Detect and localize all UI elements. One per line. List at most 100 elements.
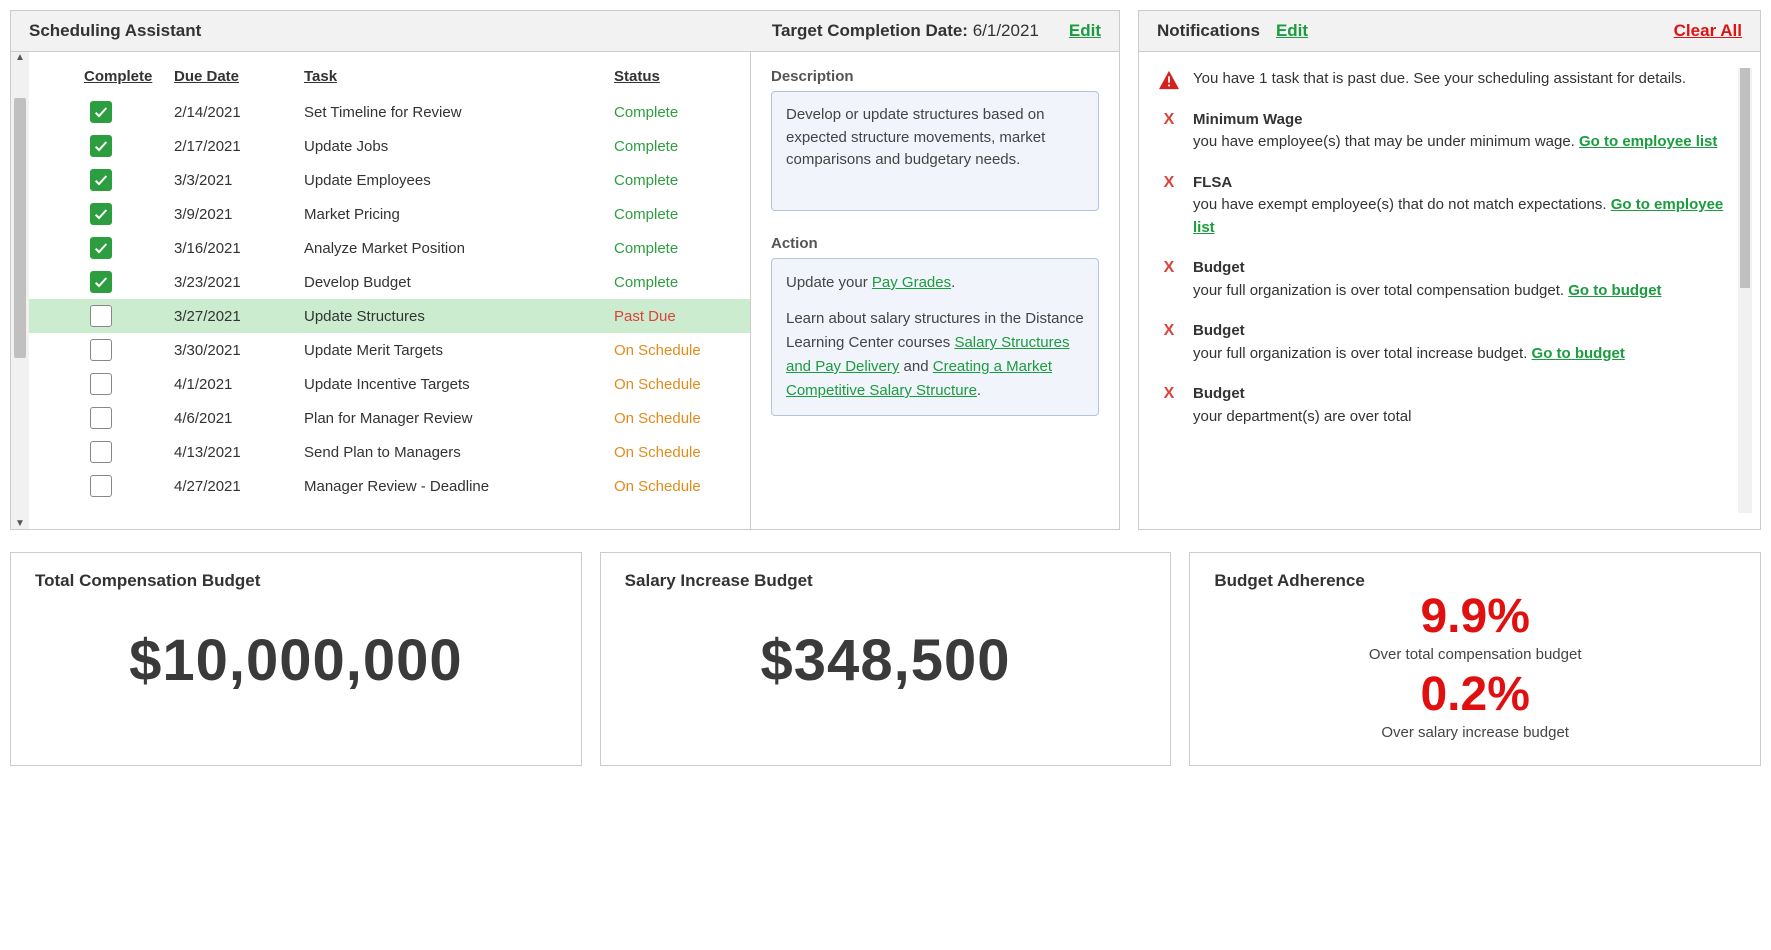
task-name: Update Incentive Targets xyxy=(304,376,614,393)
task-name: Plan for Manager Review xyxy=(304,410,614,427)
notification-body: You have 1 task that is past due. See yo… xyxy=(1193,70,1686,87)
task-checkbox[interactable] xyxy=(90,135,112,157)
notification-item: You have 1 task that is past due. See yo… xyxy=(1157,68,1734,91)
notifications-panel: Notifications Edit Clear All You have 1 … xyxy=(1138,10,1761,530)
warning-icon xyxy=(1158,70,1180,90)
notification-title: Minimum Wage xyxy=(1193,111,1302,128)
task-name: Update Jobs xyxy=(304,138,614,155)
task-row[interactable]: 4/13/2021Send Plan to ManagersOn Schedul… xyxy=(29,435,750,469)
salary-increase-title: Salary Increase Budget xyxy=(625,571,1147,591)
adherence-sub-1: Over total compensation budget xyxy=(1214,646,1736,663)
task-name: Set Timeline for Review xyxy=(304,104,614,121)
task-row[interactable]: 2/17/2021Update JobsComplete xyxy=(29,129,750,163)
task-due: 3/3/2021 xyxy=(174,172,304,189)
task-status: On Schedule xyxy=(614,410,734,427)
total-compensation-value: $10,000,000 xyxy=(35,627,557,694)
action-label: Action xyxy=(771,235,1099,252)
adherence-sub-2: Over salary increase budget xyxy=(1214,724,1736,741)
x-icon: X xyxy=(1164,385,1175,428)
scheduling-title: Scheduling Assistant xyxy=(29,21,201,41)
task-status: On Schedule xyxy=(614,342,734,359)
task-status: Complete xyxy=(614,274,734,291)
task-checkbox[interactable] xyxy=(90,169,112,191)
description-box: Develop or update structures based on ex… xyxy=(771,91,1099,211)
task-checkbox[interactable] xyxy=(90,441,112,463)
task-row[interactable]: 4/6/2021Plan for Manager ReviewOn Schedu… xyxy=(29,401,750,435)
task-row[interactable]: 3/3/2021Update EmployeesComplete xyxy=(29,163,750,197)
description-label: Description xyxy=(771,68,1099,85)
task-checkbox[interactable] xyxy=(90,475,112,497)
notifications-scrollbar[interactable] xyxy=(1738,68,1752,513)
task-row[interactable]: 2/14/2021Set Timeline for ReviewComplete xyxy=(29,95,750,129)
notification-item: XBudgetyour department(s) are over total xyxy=(1157,383,1734,428)
notification-link[interactable]: Go to employee list xyxy=(1579,133,1717,150)
edit-schedule-link[interactable]: Edit xyxy=(1069,21,1101,41)
task-row[interactable]: 3/16/2021Analyze Market PositionComplete xyxy=(29,231,750,265)
task-due: 4/6/2021 xyxy=(174,410,304,427)
task-name: Update Employees xyxy=(304,172,614,189)
task-checkbox[interactable] xyxy=(90,237,112,259)
task-checkbox[interactable] xyxy=(90,339,112,361)
task-due: 4/13/2021 xyxy=(174,444,304,461)
x-icon: X xyxy=(1164,322,1175,365)
task-status: On Schedule xyxy=(614,478,734,495)
task-row[interactable]: 3/9/2021Market PricingComplete xyxy=(29,197,750,231)
task-status: Complete xyxy=(614,240,734,257)
task-row[interactable]: 3/30/2021Update Merit TargetsOn Schedule xyxy=(29,333,750,367)
task-due: 2/14/2021 xyxy=(174,104,304,121)
action-box: Update your Pay Grades. Learn about sala… xyxy=(771,258,1099,416)
task-scrollbar[interactable]: ▲ ▼ xyxy=(11,52,29,529)
task-row[interactable]: 3/23/2021Develop BudgetComplete xyxy=(29,265,750,299)
task-checkbox[interactable] xyxy=(90,305,112,327)
salary-increase-card: Salary Increase Budget $348,500 xyxy=(600,552,1172,766)
task-checkbox[interactable] xyxy=(90,271,112,293)
task-name: Update Merit Targets xyxy=(304,342,614,359)
salary-increase-value: $348,500 xyxy=(625,627,1147,694)
total-compensation-card: Total Compensation Budget $10,000,000 xyxy=(10,552,582,766)
notification-title: Budget xyxy=(1193,385,1245,402)
col-task[interactable]: Task xyxy=(304,68,614,85)
task-status: On Schedule xyxy=(614,376,734,393)
task-due: 3/9/2021 xyxy=(174,206,304,223)
task-checkbox[interactable] xyxy=(90,407,112,429)
notification-link[interactable]: Go to budget xyxy=(1568,282,1661,299)
budget-adherence-card: Budget Adherence 9.9% Over total compens… xyxy=(1189,552,1761,766)
task-due: 4/1/2021 xyxy=(174,376,304,393)
task-name: Develop Budget xyxy=(304,274,614,291)
notification-item: XMinimum Wageyou have employee(s) that m… xyxy=(1157,109,1734,154)
task-due: 3/23/2021 xyxy=(174,274,304,291)
col-due-date[interactable]: Due Date xyxy=(174,68,304,85)
adherence-pct-1: 9.9% xyxy=(1214,591,1736,644)
task-row[interactable]: 4/27/2021Manager Review - DeadlineOn Sch… xyxy=(29,469,750,503)
task-row[interactable]: 3/27/2021Update StructuresPast Due xyxy=(29,299,750,333)
task-status: Complete xyxy=(614,172,734,189)
task-list-area: ▲ ▼ Complete Due Date Task Status 2/14/2… xyxy=(11,52,750,529)
task-status: Past Due xyxy=(614,308,734,325)
task-detail-pane: Description Develop or update structures… xyxy=(750,52,1119,529)
task-checkbox[interactable] xyxy=(90,101,112,123)
task-checkbox[interactable] xyxy=(90,373,112,395)
col-status[interactable]: Status xyxy=(614,68,734,85)
notification-item: XBudgetyour full organization is over to… xyxy=(1157,257,1734,302)
pay-grades-link[interactable]: Pay Grades xyxy=(872,274,951,291)
clear-all-link[interactable]: Clear All xyxy=(1674,21,1742,41)
col-complete[interactable]: Complete xyxy=(84,68,174,85)
total-compensation-title: Total Compensation Budget xyxy=(35,571,557,591)
task-row[interactable]: 4/1/2021Update Incentive TargetsOn Sched… xyxy=(29,367,750,401)
adherence-pct-2: 0.2% xyxy=(1214,669,1736,722)
task-column-headers: Complete Due Date Task Status xyxy=(29,68,750,85)
task-due: 2/17/2021 xyxy=(174,138,304,155)
notifications-header: Notifications Edit Clear All xyxy=(1139,11,1760,52)
task-due: 4/27/2021 xyxy=(174,478,304,495)
task-checkbox[interactable] xyxy=(90,203,112,225)
notification-body: your full organization is over total inc… xyxy=(1193,345,1532,362)
notifications-title: Notifications xyxy=(1157,21,1260,41)
task-status: Complete xyxy=(614,138,734,155)
notification-title: Budget xyxy=(1193,259,1245,276)
scheduling-header: Scheduling Assistant Target Completion D… xyxy=(11,11,1119,52)
edit-notifications-link[interactable]: Edit xyxy=(1276,21,1308,41)
task-name: Analyze Market Position xyxy=(304,240,614,257)
task-name: Market Pricing xyxy=(304,206,614,223)
task-due: 3/16/2021 xyxy=(174,240,304,257)
notification-link[interactable]: Go to budget xyxy=(1532,345,1625,362)
